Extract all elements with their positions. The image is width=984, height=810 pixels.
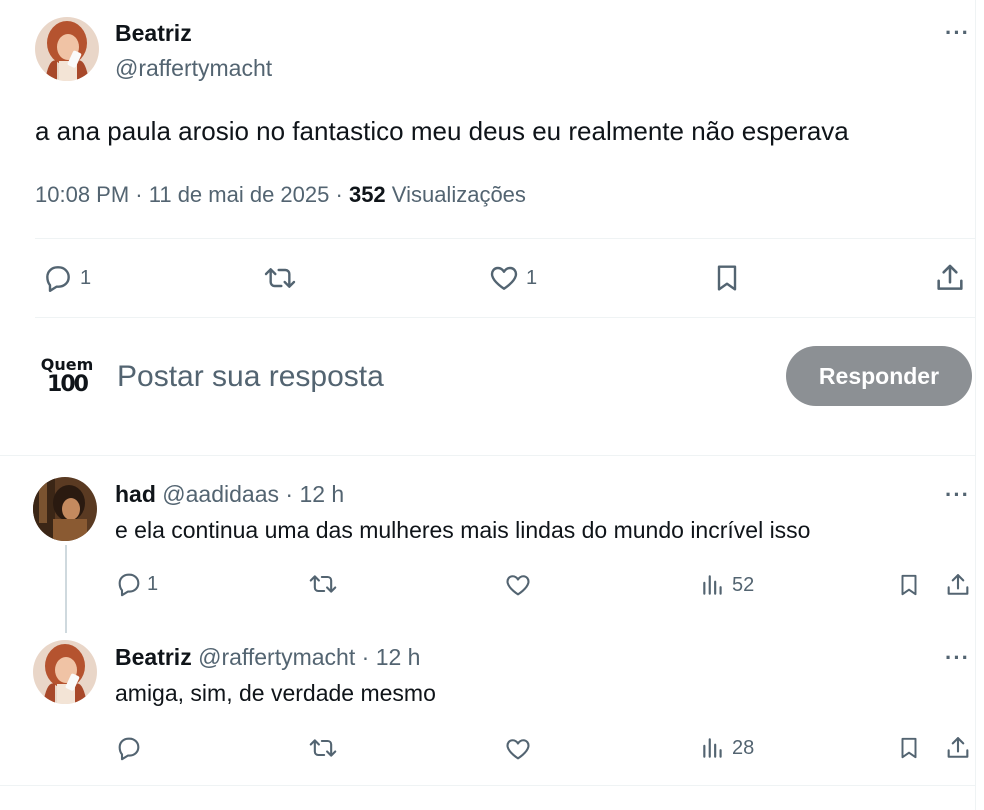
share-icon xyxy=(937,264,963,290)
retweet-icon xyxy=(309,739,337,757)
divider xyxy=(35,238,975,239)
bookmark-button[interactable] xyxy=(896,733,922,763)
analytics-icon xyxy=(703,575,722,595)
like-button[interactable] xyxy=(504,571,532,599)
views-label: Visualizações xyxy=(391,182,526,207)
heart-icon xyxy=(506,739,530,760)
author-name[interactable]: Beatriz xyxy=(115,20,192,47)
views-button[interactable]: 52 xyxy=(700,571,754,599)
retweet-icon xyxy=(309,575,337,593)
reply-text: amiga, sim, de verdade mesmo xyxy=(115,680,436,706)
reply-author-handle[interactable]: @aadidaas xyxy=(162,481,279,507)
tweet-metadata: 10:08 PM · 11 de mai de 2025 · 352 Visua… xyxy=(35,182,526,208)
tweet-time[interactable]: 10:08 PM xyxy=(35,182,129,207)
share-icon xyxy=(947,574,969,595)
reply-count: 1 xyxy=(80,266,92,289)
more-options-icon[interactable]: ··· xyxy=(945,482,970,508)
separator-dot: · xyxy=(135,182,143,207)
reply-icon xyxy=(118,737,140,761)
heart-icon xyxy=(506,575,530,596)
reply-author-name[interactable]: Beatriz xyxy=(115,644,192,670)
heart-icon xyxy=(490,266,518,290)
more-options-icon[interactable]: ··· xyxy=(945,645,970,671)
reply-icon xyxy=(118,573,140,597)
retweet-button[interactable] xyxy=(307,570,339,598)
author-avatar[interactable] xyxy=(35,17,99,81)
reply-author-avatar[interactable] xyxy=(33,477,97,541)
divider xyxy=(35,317,975,318)
bookmark-button[interactable] xyxy=(711,261,743,295)
reply-input[interactable]: Postar sua resposta xyxy=(117,360,384,394)
share-icon xyxy=(947,737,969,758)
views-count: 352 xyxy=(348,182,386,207)
column-border xyxy=(975,0,976,810)
separator-dot: · xyxy=(285,481,294,507)
reply-submit-button[interactable]: Responder xyxy=(786,346,972,406)
reply-time[interactable]: 12 h xyxy=(299,481,344,507)
tweet-text: a ana paula arosio no fantastico meu deu… xyxy=(35,116,849,146)
user-logo-avatar[interactable]: Quem 100 xyxy=(34,356,100,406)
reply-header: Beatriz @raffertymacht · 12 h xyxy=(115,644,420,671)
thread-line xyxy=(65,545,67,633)
share-button[interactable] xyxy=(944,733,972,763)
reply-time[interactable]: 12 h xyxy=(376,644,421,670)
reply-author-avatar[interactable] xyxy=(33,640,97,704)
separator-dot: · xyxy=(335,182,343,207)
author-handle[interactable]: @raffertymacht xyxy=(115,55,272,82)
like-count: 1 xyxy=(526,266,538,289)
bookmark-button[interactable] xyxy=(896,570,922,600)
separator-dot: · xyxy=(361,644,370,670)
views-count: 28 xyxy=(732,736,755,759)
reply-text: e ela continua uma das mulheres mais lin… xyxy=(115,517,811,543)
share-button[interactable] xyxy=(933,261,967,295)
bookmark-icon xyxy=(717,265,737,291)
retweet-icon xyxy=(264,268,296,288)
bookmark-icon xyxy=(901,574,917,596)
divider xyxy=(0,455,975,456)
share-button[interactable] xyxy=(944,570,972,600)
reply-icon xyxy=(46,266,70,292)
retweet-button[interactable] xyxy=(307,734,339,762)
tweet-date[interactable]: 11 de mai de 2025 xyxy=(149,182,330,207)
views-button[interactable]: 28 xyxy=(700,734,754,762)
reply-button[interactable]: 1 xyxy=(42,262,91,294)
reply-author-handle[interactable]: @raffertymacht xyxy=(198,644,355,670)
more-options-icon[interactable]: ··· xyxy=(945,20,970,46)
like-button[interactable]: 1 xyxy=(488,262,537,294)
divider xyxy=(0,785,975,786)
reply-header: had @aadidaas · 12 h xyxy=(115,481,344,508)
logo-text-bottom: 100 xyxy=(47,372,89,397)
bookmark-icon xyxy=(901,737,917,759)
retweet-button[interactable] xyxy=(262,262,298,294)
reply-count: 1 xyxy=(147,572,159,595)
reply-button[interactable]: 1 xyxy=(115,570,158,598)
reply-button[interactable] xyxy=(115,734,147,762)
reply-author-name[interactable]: had xyxy=(115,481,156,507)
like-button[interactable] xyxy=(504,735,532,763)
analytics-icon xyxy=(703,738,722,758)
views-count: 52 xyxy=(732,573,755,596)
